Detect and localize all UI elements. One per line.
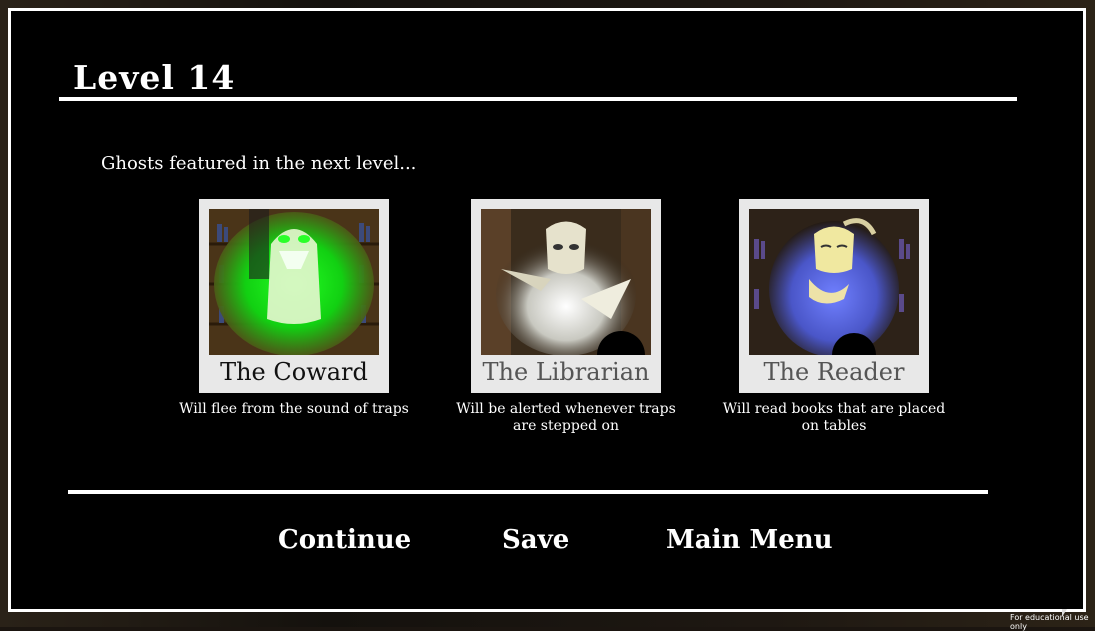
save-button[interactable]: Save bbox=[502, 525, 569, 555]
ghost-portrait-librarian bbox=[481, 209, 651, 355]
ghost-description-reader: Will read books that are placed on table… bbox=[722, 401, 946, 434]
level-title: Level 14 bbox=[73, 58, 236, 97]
ghost-description-librarian: Will be alerted whenever traps are stepp… bbox=[456, 401, 676, 434]
ghost-card-librarian: The Librarian bbox=[471, 199, 661, 393]
ghost-name-reader: The Reader bbox=[763, 358, 905, 386]
ghost-card-coward: The Coward bbox=[199, 199, 389, 393]
mouse-cursor-icon bbox=[1062, 609, 1067, 617]
ghost-description-coward: Will flee from the sound of traps bbox=[179, 401, 409, 417]
main-menu-button[interactable]: Main Menu bbox=[666, 525, 833, 555]
ghosts-intro-text: Ghosts featured in the next level... bbox=[101, 153, 417, 174]
divider-bottom bbox=[68, 490, 988, 494]
continue-button[interactable]: Continue bbox=[278, 525, 411, 555]
ghost-portrait-coward bbox=[209, 209, 379, 355]
ghost-name-coward: The Coward bbox=[220, 358, 368, 386]
ghost-card-reader: The Reader bbox=[739, 199, 929, 393]
divider-top bbox=[59, 97, 1017, 101]
watermark-text: For educational use only bbox=[1010, 613, 1089, 631]
ghost-portrait-reader bbox=[749, 209, 919, 355]
ghost-name-librarian: The Librarian bbox=[482, 358, 650, 386]
